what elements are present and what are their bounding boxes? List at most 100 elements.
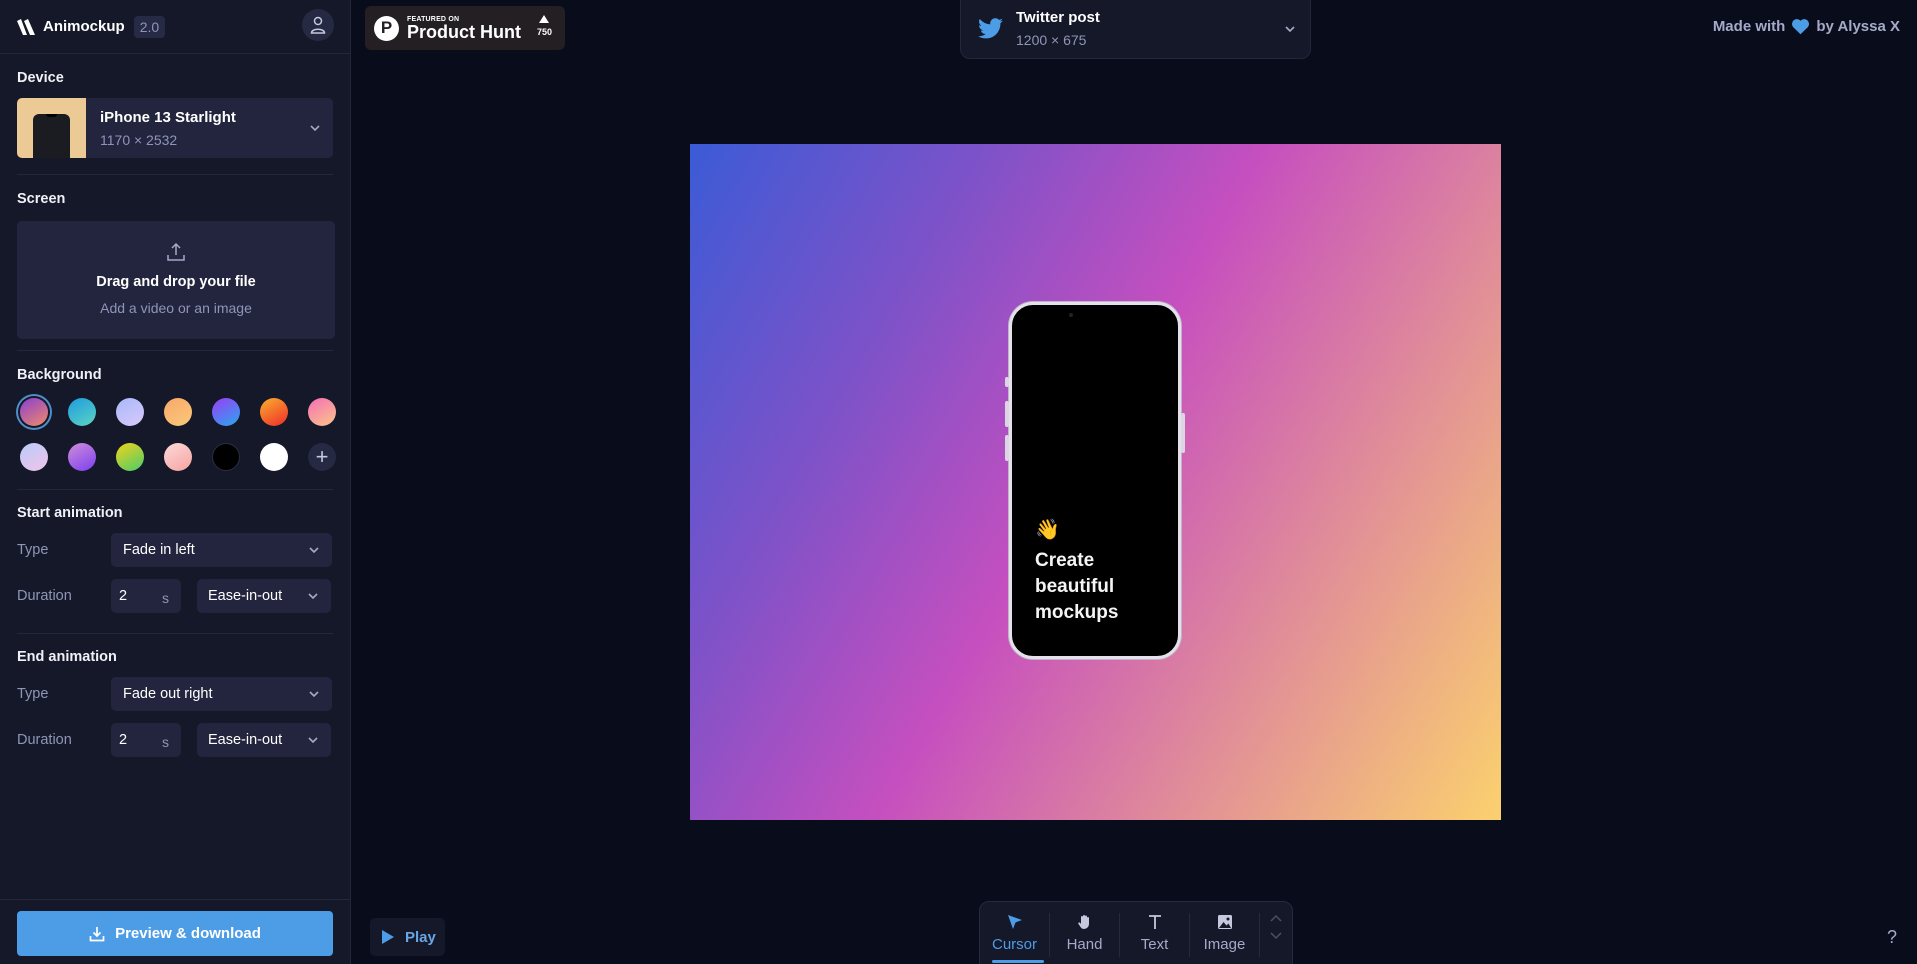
help-button[interactable]: ? (1887, 927, 1897, 948)
end-duration-input[interactable]: 2 s (111, 723, 181, 757)
ph-votes: 750 (537, 15, 552, 37)
end-duration-label: Duration (17, 732, 72, 748)
user-icon (310, 16, 326, 34)
ph-name: Product Hunt (407, 21, 521, 42)
phone-power-button (1181, 413, 1185, 453)
swatch-violet-blue[interactable] (212, 398, 240, 426)
preview-download-button[interactable]: Preview & download (17, 911, 333, 956)
start-duration-value: 2 (119, 588, 128, 604)
swatch-lilac[interactable] (20, 443, 48, 471)
swatch-blue-teal[interactable] (68, 398, 96, 426)
device-selector[interactable]: iPhone 13 Starlight 1170 × 2532 (17, 98, 333, 158)
chevron-up-icon[interactable] (1270, 914, 1282, 922)
tool-text-label: Text (1140, 936, 1169, 953)
end-type-value: Fade out right (123, 686, 213, 702)
sidebar: Animockup 2.0 Device iPhone 13 Starlight… (0, 0, 351, 964)
dropzone-title: Drag and drop your file (96, 274, 256, 290)
tool-text[interactable]: Text (1120, 902, 1189, 964)
version-badge: 2.0 (133, 15, 166, 38)
animockup-logo-icon (17, 18, 35, 35)
start-type-label: Type (17, 542, 49, 558)
toolbar-arrows (1260, 902, 1292, 964)
device-name: iPhone 13 Starlight (100, 108, 236, 126)
device-resolution: 1170 × 2532 (100, 131, 178, 148)
add-background-button[interactable]: + (308, 443, 336, 471)
phone-screen-content: 👋 Create beautiful mockups (1035, 517, 1135, 626)
download-icon (89, 926, 105, 941)
device-thumbnail (17, 98, 86, 158)
preview-download-label: Preview & download (115, 925, 261, 942)
upvote-icon (539, 15, 550, 23)
swatch-peach[interactable] (164, 398, 192, 426)
tool-hand[interactable]: Hand (1050, 902, 1119, 964)
chevron-down-icon (308, 593, 318, 600)
tool-toolbar: Cursor Hand Text Image (979, 901, 1293, 964)
phone-camera (1069, 313, 1073, 317)
credit-prefix: Made with (1712, 18, 1786, 35)
credit-link[interactable]: Made with by Alyssa X (1713, 18, 1900, 35)
start-easing-value: Ease-in-out (208, 588, 283, 604)
file-dropzone[interactable]: Drag and drop your file Add a video or a… (17, 221, 335, 339)
product-hunt-logo-icon: P (374, 15, 399, 41)
background-swatches: + (17, 398, 336, 471)
dropzone-subtitle: Add a video or an image (100, 300, 252, 316)
screen-headline: Create beautiful mockups (1035, 550, 1119, 623)
format-selector[interactable]: Twitter post 1200 × 675 (960, 0, 1311, 59)
swatch-black[interactable] (212, 443, 240, 471)
credit-suffix: by Alyssa X (1816, 18, 1900, 35)
swatch-blush[interactable] (164, 443, 192, 471)
tool-image-label: Image (1203, 936, 1246, 953)
format-size: 1200 × 675 (1016, 32, 1087, 48)
chevron-down-icon (308, 737, 318, 744)
heart-icon (1792, 19, 1810, 35)
start-type-value: Fade in left (123, 542, 195, 558)
end-easing-select[interactable]: Ease-in-out (197, 723, 331, 757)
image-icon (1217, 915, 1232, 929)
play-button[interactable]: Play (370, 918, 445, 956)
tool-cursor-label: Cursor (991, 936, 1037, 953)
swatch-yellow-green[interactable] (116, 443, 144, 471)
tool-hand-label: Hand (1066, 936, 1103, 953)
swatch-purple-pink-orange[interactable] (20, 398, 48, 426)
swatch-white[interactable] (260, 443, 288, 471)
account-button[interactable] (302, 9, 334, 41)
start-duration-input[interactable]: 2 s (111, 579, 181, 613)
end-duration-unit: s (162, 734, 169, 750)
format-name: Twitter post (1016, 9, 1100, 26)
ph-vote-count: 750 (536, 27, 552, 37)
product-hunt-badge[interactable]: P FEATURED ON Product Hunt 750 (365, 6, 565, 50)
mockup-canvas[interactable]: 👋 Create beautiful mockups (690, 144, 1501, 820)
start-easing-select[interactable]: Ease-in-out (197, 579, 331, 613)
tool-image[interactable]: Image (1190, 902, 1259, 964)
chevron-down-icon (310, 125, 320, 132)
start-duration-unit: s (162, 590, 169, 606)
phone-side-button (1005, 401, 1009, 427)
end-easing-value: Ease-in-out (208, 732, 283, 748)
chevron-down-icon (309, 547, 319, 554)
play-icon (382, 930, 394, 944)
cursor-icon (1007, 915, 1022, 929)
swatch-mauve-violet[interactable] (68, 443, 96, 471)
chevron-down-icon (309, 691, 319, 698)
phone-side-button (1005, 377, 1009, 387)
background-section-title: Background (17, 367, 102, 383)
swatch-lavender[interactable] (116, 398, 144, 426)
swatch-pink-peach[interactable] (308, 398, 336, 426)
end-type-select[interactable]: Fade out right (111, 677, 332, 711)
sidebar-footer: Preview & download (0, 899, 350, 964)
tool-cursor[interactable]: Cursor (980, 902, 1049, 964)
sidebar-header: Animockup 2.0 (0, 0, 350, 54)
chevron-down-icon (1285, 25, 1295, 32)
chevron-down-icon[interactable] (1270, 932, 1282, 940)
start-type-select[interactable]: Fade in left (111, 533, 332, 567)
phone-mockup[interactable]: 👋 Create beautiful mockups (1005, 302, 1185, 659)
text-icon (1148, 915, 1161, 929)
end-type-label: Type (17, 686, 49, 702)
twitter-icon (978, 18, 1003, 39)
device-section-title: Device (17, 70, 64, 86)
waving-hand-emoji: 👋 (1035, 519, 1060, 541)
end-animation-title: End animation (17, 649, 117, 665)
hand-icon (1077, 915, 1089, 929)
swatch-orange-red[interactable] (260, 398, 288, 426)
end-duration-value: 2 (119, 732, 128, 748)
